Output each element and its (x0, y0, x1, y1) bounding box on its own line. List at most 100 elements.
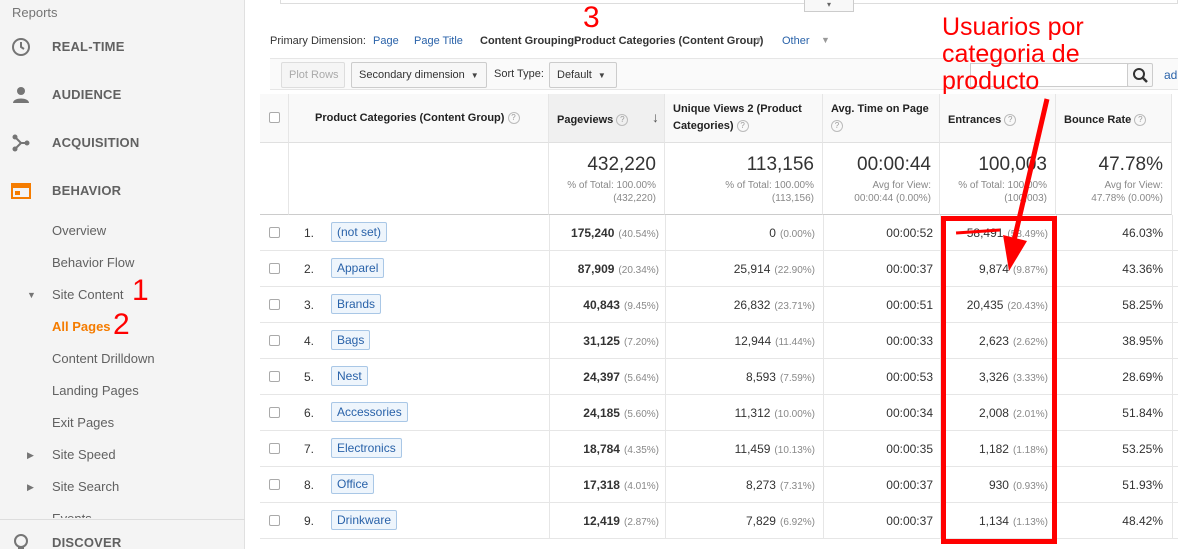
sidebar-item-all-pages[interactable]: All Pages (52, 319, 111, 334)
category-link[interactable]: Drinkware (331, 510, 398, 530)
secondary-dimension-label: Secondary dimension (359, 69, 465, 81)
row-checkbox[interactable] (269, 479, 280, 490)
sidebar-item-exit-pages[interactable]: Exit Pages (52, 415, 114, 430)
divider (1172, 215, 1173, 251)
category-link[interactable]: Apparel (331, 258, 385, 278)
header-avg-time[interactable]: Avg. Time on Page? (823, 94, 940, 143)
annotation-callout-text: Usuarios por categoria de producto (942, 13, 1084, 95)
header-category[interactable]: Product Categories (Content Group) ? (289, 94, 549, 143)
divider (823, 503, 824, 539)
bounce-rate-cell: 43.36% (1122, 262, 1163, 276)
help-icon[interactable]: ? (1134, 114, 1147, 127)
sidebar-item-behavior-flow[interactable]: Behavior Flow (52, 255, 134, 270)
help-icon[interactable]: ? (831, 120, 843, 133)
header-category-label: Product Categories (Content Group) ? (315, 110, 520, 127)
divider (549, 467, 550, 503)
row-checkbox[interactable] (269, 299, 280, 310)
sidebar-item-overview[interactable]: Overview (52, 223, 106, 238)
category-link[interactable]: (not set) (331, 222, 388, 242)
category-link[interactable]: Bags (331, 330, 371, 350)
divider (823, 287, 824, 323)
row-checkbox[interactable] (269, 227, 280, 238)
sidebar-item-site-search[interactable]: Site Search (52, 479, 119, 494)
chevron-down-icon[interactable]: ▼ (754, 35, 763, 45)
sidebar-item-site-speed[interactable]: Site Speed (52, 447, 116, 462)
totals-subtext: Avg for View: 47.78% (0.00%) (1091, 180, 1163, 204)
caret-right-icon[interactable]: ▶ (27, 482, 34, 493)
divider (549, 359, 550, 395)
divider (665, 251, 666, 287)
unique-views-cell: 25,914 (22.90%) (733, 262, 815, 276)
avg-time-cell: 00:00:52 (886, 226, 933, 240)
header-pageviews[interactable]: Pageviews ? ↓ (549, 94, 665, 143)
totals-subtext: % of Total: 100.00% (432,220) (567, 180, 656, 204)
bounce-rate-cell: 28.69% (1122, 370, 1163, 384)
category-link[interactable]: Electronics (331, 438, 402, 458)
row-checkbox[interactable] (269, 515, 280, 526)
header-unique-views[interactable]: Unique Views 2 (Product Categories) ? (665, 94, 823, 143)
avg-time-cell: 00:00:51 (886, 298, 933, 312)
bounce-rate-cell: 46.03% (1122, 226, 1163, 240)
header-avg-time-label: Avg. Time on Page? (831, 103, 929, 133)
category-link[interactable]: Nest (331, 366, 368, 386)
category-link[interactable]: Office (331, 474, 375, 494)
sidebar-item-site-content[interactable]: Site Content (52, 287, 124, 302)
sidebar-section-acquisition[interactable]: ACQUISITION (0, 126, 245, 160)
sidebar-section-label: DISCOVER (52, 535, 122, 549)
divider (823, 395, 824, 431)
category-link[interactable]: Brands (331, 294, 382, 314)
caret-down-icon[interactable]: ▼ (27, 290, 36, 300)
chevron-down-icon[interactable]: ▼ (821, 35, 830, 45)
advanced-link[interactable]: ad (1164, 68, 1177, 82)
sidebar-section-realtime[interactable]: REAL-TIME (0, 30, 245, 64)
totals-subtext: Avg for View: 00:00:44 (0.00%) (854, 180, 931, 204)
sort-descending-icon[interactable]: ↓ (652, 109, 659, 125)
row-checkbox[interactable] (269, 263, 280, 274)
chevron-down-icon: ▼ (597, 71, 606, 80)
sort-type-select[interactable]: Default ▼ (549, 62, 617, 88)
sidebar-item-content-drilldown[interactable]: Content Drilldown (52, 351, 155, 366)
header-bounce-rate-label: Bounce Rate ? (1064, 112, 1147, 129)
help-icon[interactable]: ? (507, 112, 520, 125)
plot-rows-button[interactable]: Plot Rows (281, 62, 345, 88)
header-bounce-rate[interactable]: Bounce Rate ? (1056, 94, 1172, 143)
sidebar-section-audience[interactable]: AUDIENCE (0, 78, 245, 112)
secondary-dimension-select[interactable]: Secondary dimension ▼ (351, 62, 487, 88)
search-icon (1133, 68, 1148, 83)
totals-value: 432,220 (587, 154, 656, 175)
dimension-page-title-link[interactable]: Page Title (414, 35, 463, 47)
select-all-checkbox[interactable] (269, 112, 280, 123)
divider (549, 431, 550, 467)
row-checkbox[interactable] (269, 407, 280, 418)
totals-value: 00:00:44 (857, 154, 931, 175)
search-button[interactable] (1127, 63, 1153, 87)
sidebar-item-events[interactable]: Events (52, 511, 92, 518)
divider (1172, 287, 1173, 323)
dimension-other-link[interactable]: Other (782, 35, 810, 47)
content-grouping-value[interactable]: Product Categories (Content Group) (574, 35, 763, 47)
sidebar-item-landing-pages[interactable]: Landing Pages (52, 383, 139, 398)
row-checkbox[interactable] (269, 335, 280, 346)
row-checkbox[interactable] (269, 443, 280, 454)
row-checkbox[interactable] (269, 371, 280, 382)
category-link[interactable]: Accessories (331, 402, 408, 422)
sidebar-section-discover[interactable]: DISCOVER (0, 526, 245, 549)
divider (665, 215, 666, 251)
divider (823, 215, 824, 251)
divider (549, 323, 550, 359)
help-icon[interactable]: ? (736, 120, 749, 133)
annotation-number-1: 1 (132, 274, 149, 307)
collapse-chart-button[interactable]: ▾ (804, 0, 854, 12)
row-rank: 2. (304, 262, 315, 276)
caret-right-icon[interactable]: ▶ (27, 450, 34, 461)
totals-unique-views: 113,156 % of Total: 100.00% (113,156) (665, 143, 823, 215)
help-icon[interactable]: ? (616, 114, 629, 127)
divider (823, 251, 824, 287)
dimension-page-link[interactable]: Page (373, 35, 399, 47)
annotation-highlight-box (941, 216, 1057, 544)
sidebar-section-behavior[interactable]: BEHAVIOR (0, 174, 245, 208)
sidebar-section-label: BEHAVIOR (52, 183, 122, 198)
bounce-rate-cell: 58.25% (1122, 298, 1163, 312)
pageviews-cell: 175,240 (40.54%) (571, 226, 659, 240)
person-icon (13, 87, 29, 103)
